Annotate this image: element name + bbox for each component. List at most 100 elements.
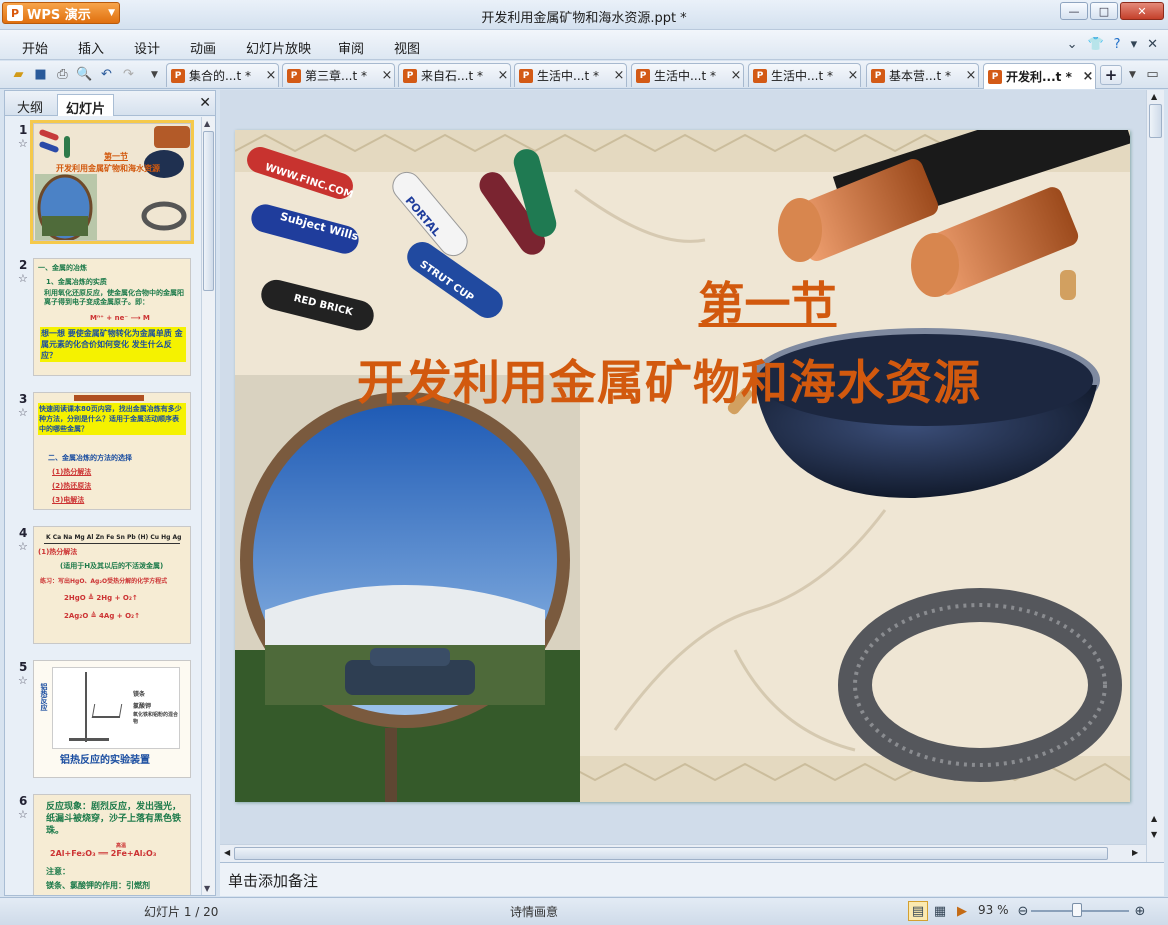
scroll-thumb[interactable]	[203, 131, 214, 291]
close-tab-icon[interactable]: ×	[380, 68, 394, 83]
normal-view-icon[interactable]: ▤	[908, 901, 928, 921]
slideshow-view-icon[interactable]: ▶	[952, 901, 972, 921]
zoom-in-icon[interactable]: ⊕	[1130, 901, 1150, 921]
animation-star-icon: ☆	[18, 272, 28, 285]
document-tab[interactable]: P 来自石...t * ×	[398, 63, 511, 87]
menu-home[interactable]: 开始	[22, 38, 48, 57]
thumb-number: 6	[19, 794, 28, 808]
animation-star-icon: ☆	[18, 540, 28, 553]
title-bar: P WPS 演示 ▼ 开发利用金属矿物和海水资源.ppt * — □ ✕	[0, 0, 1168, 30]
document-tab[interactable]: P 集合的...t * ×	[166, 63, 279, 87]
slide-thumbnail-5[interactable]: 铝热反应 镁条 氯酸钾 氧化铁和铝粉的混合物 铝热反应的实验装置	[33, 660, 191, 778]
document-tab[interactable]: P 第三章...t * ×	[282, 63, 395, 87]
zoom-out-icon[interactable]: ⊖	[1013, 901, 1033, 921]
window-layout-icon[interactable]: ▭	[1144, 66, 1161, 83]
print-preview-icon[interactable]: 🔍	[76, 66, 93, 83]
menu-animation[interactable]: 动画	[190, 38, 216, 57]
save-icon[interactable]: ■	[32, 66, 49, 83]
slide-sorter-view-icon[interactable]: ▦	[930, 901, 950, 921]
menu-design[interactable]: 设计	[134, 38, 160, 57]
slide-thumbnail-2[interactable]: 一、金属的冶炼 1、金属冶炼的实质 利用氧化还原反应，使金属化合物中的金属阳离子…	[33, 258, 191, 376]
help-icon[interactable]: ?	[1114, 37, 1121, 52]
scroll-up-icon[interactable]: ▲	[204, 119, 210, 128]
animation-star-icon: ☆	[18, 406, 28, 419]
thumb-number: 1	[19, 123, 28, 137]
zoom-slider-handle[interactable]	[1072, 903, 1082, 917]
current-slide[interactable]: WWW.FINC.COM Subject Wills PORTAL RED BR…	[235, 130, 1130, 802]
document-tab-active[interactable]: P 开发利...t * ×	[983, 63, 1096, 89]
document-tab[interactable]: P 基本营...t * ×	[866, 63, 979, 87]
close-doc-icon[interactable]: ✕	[1147, 37, 1158, 52]
skin-icon[interactable]: 👕	[1087, 37, 1103, 52]
tab-slides[interactable]: 幻灯片	[57, 94, 115, 117]
scroll-thumb[interactable]	[234, 847, 1108, 860]
ppt-file-icon: P	[753, 68, 767, 83]
menu-view[interactable]: 视图	[394, 38, 420, 57]
animation-star-icon: ☆	[18, 137, 28, 150]
notes-area[interactable]: 单击添加备注	[220, 862, 1164, 896]
ppt-file-icon: P	[403, 68, 417, 83]
slide-thumbnail-3[interactable]: 快速阅读课本80页内容，找出金属冶炼有多少种方法，分别是什么？适用于金属活动顺序…	[33, 392, 191, 510]
slide-editor: WWW.FINC.COM Subject Wills PORTAL RED BR…	[220, 90, 1164, 862]
scroll-down-icon[interactable]: ▼	[1151, 830, 1157, 839]
zoom-level: 93 %	[978, 903, 1009, 917]
ppt-file-icon: P	[871, 68, 885, 83]
scroll-up-icon[interactable]: ▲	[1151, 814, 1157, 823]
slide-title[interactable]: 开发利用金属矿物和海水资源	[357, 344, 981, 413]
scroll-thumb[interactable]	[1149, 104, 1162, 138]
close-tab-icon[interactable]: ×	[964, 68, 978, 83]
minimize-button[interactable]: —	[1060, 2, 1088, 20]
slide-subtitle[interactable]: 第一节	[235, 268, 1130, 334]
tab-list-dropdown-icon[interactable]: ▼	[1124, 66, 1141, 83]
scroll-left-icon[interactable]: ◀	[224, 848, 230, 857]
close-icon[interactable]: ✕	[199, 95, 211, 111]
scroll-down-icon[interactable]: ▼	[204, 884, 210, 893]
thumb-number: 3	[19, 392, 28, 406]
close-tab-icon[interactable]: ×	[496, 68, 510, 83]
thumb-number: 5	[19, 660, 28, 674]
thumb-number: 4	[19, 526, 28, 540]
slide-artwork	[235, 130, 1130, 802]
editor-horizontal-scrollbar[interactable]: ◀ ▶	[220, 844, 1146, 862]
ppt-file-icon: P	[636, 68, 650, 83]
slide-thumbnail-6[interactable]: 反应现象：剧烈反应，发出强光，纸漏斗被烧穿，沙子上落有黑色铁珠。 高温 2Al+…	[33, 794, 191, 895]
ppt-file-icon: P	[988, 69, 1002, 84]
open-folder-icon[interactable]: ▰	[10, 66, 27, 83]
collapse-ribbon-icon[interactable]: ⌄	[1067, 37, 1078, 52]
slide-thumbnail-4[interactable]: K Ca Na Mg Al Zn Fe Sn Pb (H) Cu Hg Ag (…	[33, 526, 191, 644]
close-tab-icon[interactable]: ×	[612, 68, 626, 83]
document-tab[interactable]: P 生活中...t * ×	[748, 63, 861, 87]
close-button[interactable]: ✕	[1120, 2, 1164, 20]
new-tab-button[interactable]: +	[1100, 65, 1122, 85]
close-tab-icon[interactable]: ×	[1081, 69, 1095, 84]
document-tab[interactable]: P 生活中...t * ×	[631, 63, 744, 87]
customize-toolbar-icon[interactable]: ▼	[146, 66, 163, 83]
menu-slideshow[interactable]: 幻灯片放映	[246, 38, 311, 57]
scroll-up-icon[interactable]: ▲	[1151, 92, 1157, 101]
animation-star-icon: ☆	[18, 808, 28, 821]
slide-thumbnail-1[interactable]: 第一节 开发利用金属矿物和海水资源	[30, 120, 194, 244]
slide-counter: 幻灯片 1 / 20	[144, 905, 219, 919]
document-tab[interactable]: P 生活中...t * ×	[514, 63, 627, 87]
menu-review[interactable]: 审阅	[338, 38, 364, 57]
close-tab-icon[interactable]: ×	[729, 68, 743, 83]
status-bar: 幻灯片 1 / 20 诗情画意 ▤ ▦ ▶ 93 % ⊖ ⊕	[0, 897, 1168, 925]
editor-vertical-scrollbar[interactable]: ▲ ▲ ▼	[1146, 90, 1164, 862]
print-icon[interactable]: ⎙	[54, 66, 71, 83]
slide-panel: 大纲 幻灯片 ✕ 1 ☆ 第一节 开发利用金属矿物和海水资源 2 ☆ 一、金属的…	[4, 90, 216, 896]
close-tab-icon[interactable]: ×	[846, 68, 860, 83]
close-tab-icon[interactable]: ×	[264, 68, 278, 83]
undo-icon[interactable]: ↶	[98, 66, 115, 83]
thumbnail-list: 1 ☆ 第一节 开发利用金属矿物和海水资源 2 ☆ 一、金属的冶炼 1、金属冶炼…	[5, 117, 201, 895]
theme-name: 诗情画意	[510, 905, 559, 919]
toolbar: ▰ ■ ⎙ 🔍 ↶ ↷ ▼ P 集合的...t * × P 第三章...t * …	[0, 61, 1168, 89]
thumbnail-scrollbar[interactable]: ▲ ▼	[201, 117, 215, 895]
scroll-right-icon[interactable]: ▶	[1132, 848, 1138, 857]
ppt-file-icon: P	[519, 68, 533, 83]
menu-insert[interactable]: 插入	[78, 38, 104, 57]
redo-icon[interactable]: ↷	[120, 66, 137, 83]
thumb-graphics	[34, 124, 190, 240]
chevron-down-icon[interactable]: ▾	[1131, 37, 1138, 52]
maximize-button[interactable]: □	[1090, 2, 1118, 20]
tab-outline[interactable]: 大纲	[9, 94, 51, 116]
